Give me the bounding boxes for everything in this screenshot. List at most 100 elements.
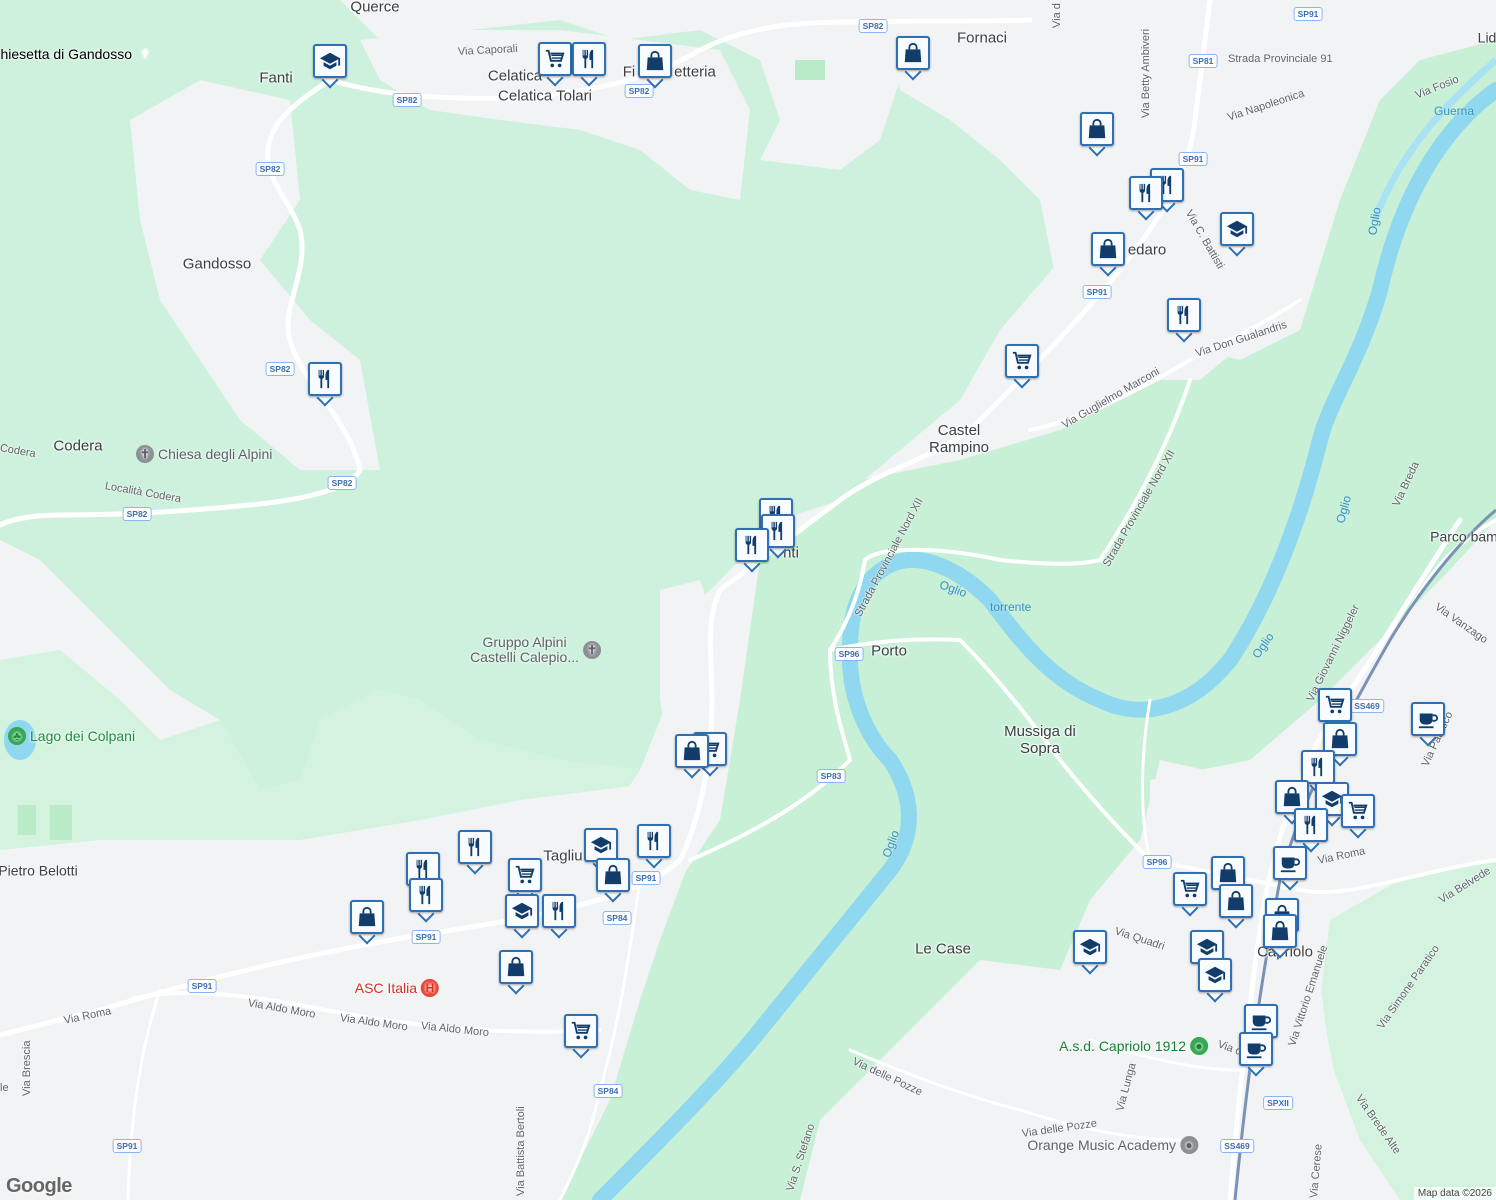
bag-icon [902, 42, 924, 64]
google-logo: Google [6, 1175, 72, 1197]
cafe-marker[interactable] [1239, 1032, 1273, 1077]
food-icon [643, 830, 665, 852]
poi-asc-italia[interactable]: H ASC Italia [355, 979, 439, 997]
place-label: Pietro Belotti [0, 862, 78, 879]
road-shield: SP82 [265, 362, 295, 376]
food-icon [464, 836, 486, 858]
store-marker[interactable] [1080, 112, 1114, 157]
store-marker[interactable] [499, 950, 533, 995]
restaurant-marker[interactable] [1167, 298, 1201, 343]
place-label: Celatica Tolari [498, 87, 592, 105]
road-shield: SP91 [1178, 152, 1208, 166]
bag-icon [681, 740, 703, 762]
hospital-icon: H [421, 979, 439, 997]
shop-marker[interactable] [1173, 872, 1207, 917]
store-marker[interactable] [1091, 232, 1125, 277]
school-marker[interactable] [1220, 212, 1254, 257]
food-icon [1300, 814, 1322, 836]
road-shield: SP82 [858, 19, 888, 33]
food-icon [767, 520, 789, 542]
shop-marker[interactable] [538, 42, 572, 87]
bag-icon [1097, 238, 1119, 260]
bag-icon [1269, 920, 1291, 942]
road-shield: SP91 [631, 871, 661, 885]
school-marker[interactable] [1198, 958, 1232, 1003]
shop-marker[interactable] [1005, 344, 1039, 389]
restaurant-marker[interactable] [308, 362, 342, 407]
store-marker[interactable] [1263, 914, 1297, 959]
restaurant-marker[interactable] [735, 528, 769, 573]
school-icon [319, 50, 341, 72]
restaurant-marker[interactable] [637, 824, 671, 869]
poi-gruppo-alpini[interactable]: ✝ Gruppo Alpini Castelli Calepio... [470, 635, 601, 665]
place-label: Celatica [487, 67, 543, 85]
road-label: Via Battista Bertoli [515, 1106, 527, 1196]
school-marker[interactable] [584, 828, 618, 873]
poi-orange-music-academy[interactable]: ● Orange Music Academy [1027, 1136, 1198, 1154]
shop-marker[interactable] [1341, 794, 1375, 839]
poi-lago-dei-colpani[interactable]: ♣ Lago dei Colpani [8, 727, 135, 745]
store-marker[interactable] [350, 900, 384, 945]
place-label: Castel Rampino [928, 422, 990, 456]
shop-marker[interactable] [508, 858, 542, 903]
road-shield: SP83 [816, 769, 846, 783]
store-marker[interactable] [675, 734, 709, 779]
poi-asd-capriolo[interactable]: ● A.s.d. Capriolo 1912 [1059, 1037, 1208, 1055]
road-shield: SP91 [112, 1139, 142, 1153]
road-shield: SP91 [187, 979, 217, 993]
store-marker[interactable] [1219, 884, 1253, 929]
restaurant-marker[interactable] [572, 42, 606, 87]
store-marker[interactable] [638, 44, 672, 89]
store-marker[interactable] [896, 36, 930, 81]
tree-icon: ♣ [8, 727, 26, 745]
road-shield: SP82 [392, 93, 422, 107]
restaurant-marker[interactable] [542, 894, 576, 939]
road-shield: SP91 [1082, 285, 1112, 299]
food-icon [1173, 304, 1195, 326]
map-attribution[interactable]: Map data ©2026 [1413, 1187, 1496, 1200]
food-icon [415, 884, 437, 906]
school-marker[interactable] [1073, 930, 1107, 975]
store-marker[interactable] [596, 858, 630, 903]
water-label: torrente [990, 600, 1032, 614]
cart-icon [514, 864, 536, 886]
road-shield: SP81 [1188, 54, 1218, 68]
cafe-marker[interactable] [1411, 702, 1445, 747]
field-patch-1 [795, 60, 825, 80]
road-shield: SP82 [122, 507, 152, 521]
school-icon [1226, 218, 1248, 240]
school-icon [1196, 936, 1218, 958]
restaurant-marker[interactable] [1294, 808, 1328, 853]
school-marker[interactable] [313, 44, 347, 89]
shop-marker[interactable] [564, 1014, 598, 1059]
bag-icon [1086, 118, 1108, 140]
cart-icon [1324, 694, 1346, 716]
place-label: Fornaci [956, 29, 1008, 47]
restaurant-marker[interactable] [1129, 176, 1163, 221]
place-label: Tagliu [543, 847, 583, 865]
road-label: Via d [1051, 3, 1063, 28]
food-icon [741, 534, 763, 556]
poi-chiesetta-gandosso[interactable]: ✝ hiesetta di Gandosso [0, 45, 154, 63]
food-icon [578, 48, 600, 70]
restaurant-marker[interactable] [458, 830, 492, 875]
food-icon [412, 858, 434, 880]
place-label: Le Case [915, 940, 971, 958]
school-marker[interactable] [505, 894, 539, 939]
food-icon [548, 900, 570, 922]
place-label: Fanti [259, 69, 293, 87]
restaurant-marker[interactable] [409, 878, 443, 923]
food-icon [1135, 182, 1157, 204]
restaurant-marker[interactable] [1301, 750, 1335, 795]
road-shield: SPXII [1263, 1096, 1293, 1110]
church-icon: ✝ [139, 47, 151, 61]
shop-marker[interactable] [1318, 688, 1352, 733]
place-label: Gandosso [182, 255, 252, 273]
road-label: Via Betty Ambiveri [1140, 28, 1152, 118]
road-shield: SP91 [411, 930, 441, 944]
school-icon [1204, 964, 1226, 986]
bag-icon [1225, 890, 1247, 912]
cart-icon [1011, 350, 1033, 372]
cafe-marker[interactable] [1273, 846, 1307, 891]
poi-chiesa-degli-alpini[interactable]: ✝ Chiesa degli Alpini [136, 445, 272, 463]
